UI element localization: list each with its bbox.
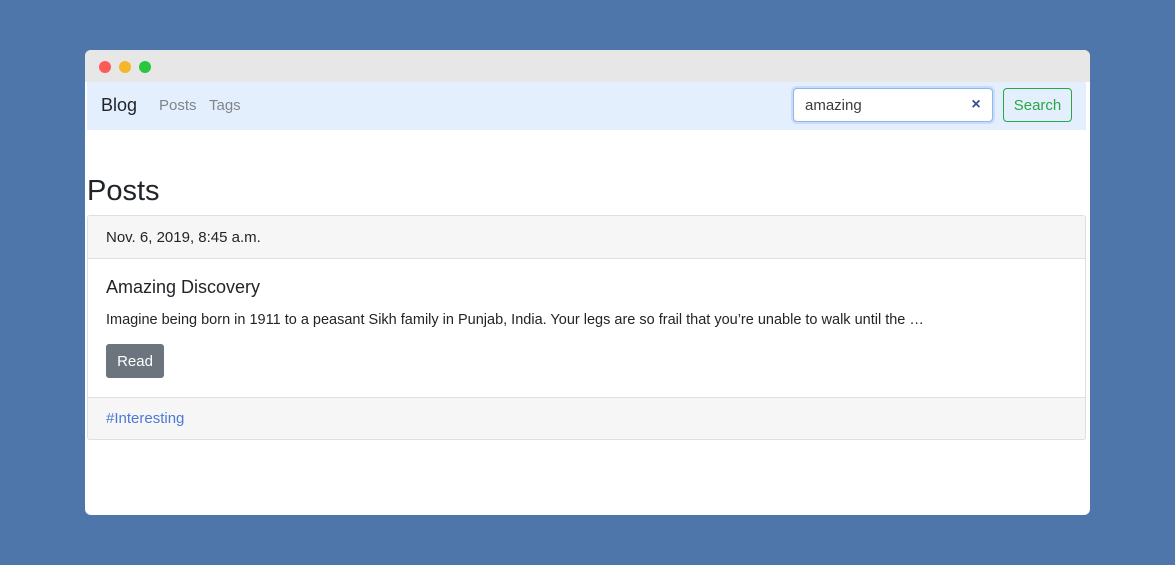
post-card-footer: #Interesting	[88, 397, 1085, 439]
nav-link-tags[interactable]: Tags	[209, 97, 241, 114]
read-button[interactable]: Read	[106, 344, 164, 378]
post-title: Amazing Discovery	[106, 277, 261, 297]
minimize-window-button[interactable]	[119, 61, 131, 73]
post-excerpt: Imagine being born in 1911 to a peasant …	[106, 312, 924, 328]
browser-window: Blog Posts Tags × Search Posts Nov. 6, 2…	[85, 50, 1090, 515]
page-content: Blog Posts Tags × Search Posts Nov. 6, 2…	[87, 82, 1086, 515]
tag-link-interesting[interactable]: #Interesting	[106, 410, 184, 427]
search-button[interactable]: Search	[1003, 88, 1072, 122]
maximize-window-button[interactable]	[139, 61, 151, 73]
post-date: Nov. 6, 2019, 8:45 a.m.	[106, 229, 261, 246]
post-card-header: Nov. 6, 2019, 8:45 a.m.	[88, 216, 1085, 259]
nav-link-posts[interactable]: Posts	[159, 97, 197, 114]
navbar: Blog Posts Tags × Search	[87, 82, 1086, 130]
page-title: Posts	[87, 175, 160, 207]
navbar-brand[interactable]: Blog	[101, 95, 137, 116]
close-window-button[interactable]	[99, 61, 111, 73]
window-titlebar	[85, 50, 1090, 82]
search-input[interactable]	[793, 88, 993, 122]
post-card: Nov. 6, 2019, 8:45 a.m. Amazing Discover…	[87, 215, 1086, 440]
clear-search-icon[interactable]: ×	[969, 97, 983, 113]
post-card-body: Amazing Discovery Imagine being born in …	[88, 259, 1085, 397]
